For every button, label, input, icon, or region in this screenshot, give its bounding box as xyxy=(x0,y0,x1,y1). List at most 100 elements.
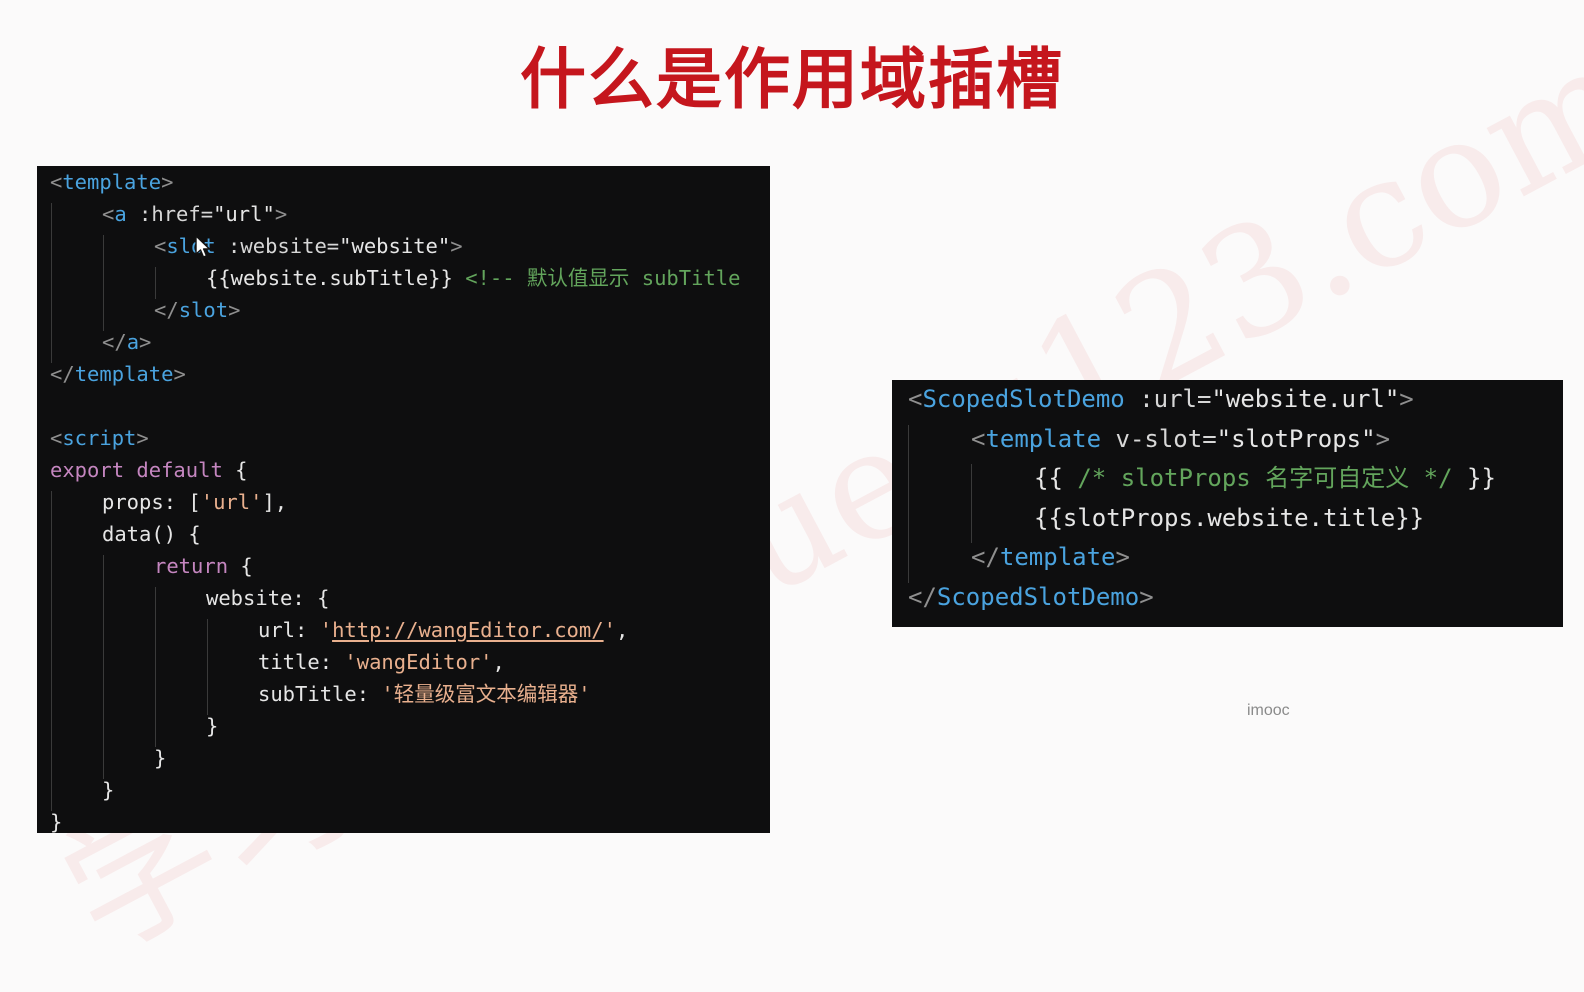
code-token: title: xyxy=(258,650,345,674)
code-token: {{ xyxy=(1034,464,1078,492)
imooc-label: imooc xyxy=(1247,702,1290,719)
code-line: </template> xyxy=(971,538,1130,577)
code-line: <a :href="url"> xyxy=(102,198,287,230)
code-line: export default { xyxy=(50,454,247,486)
code-token: > xyxy=(228,298,241,322)
code-token: ' xyxy=(319,618,333,642)
code-token: > xyxy=(450,234,463,258)
indent-guide xyxy=(51,491,52,811)
code-line: </slot> xyxy=(154,294,240,326)
indent-guide xyxy=(971,464,972,543)
code-line: </ScopedSlotDemo> xyxy=(908,578,1154,617)
code-line: <script> xyxy=(50,422,149,454)
code-token: } xyxy=(102,778,115,802)
code-token: {{slotProps.website.title}} xyxy=(1034,503,1425,532)
indent-guide xyxy=(207,619,208,715)
code-panel-component: <template> <a :href="url"> <slot :website=… xyxy=(37,166,770,833)
code-line: return { xyxy=(154,550,253,582)
code-token: :website= xyxy=(215,234,340,258)
code-line: </a> xyxy=(102,326,151,358)
code-line: title: 'wangEditor', xyxy=(258,646,505,678)
indent-guide xyxy=(155,587,156,747)
code-token: { xyxy=(222,458,248,482)
code-token: website: { xyxy=(206,586,330,610)
code-token: } xyxy=(154,746,167,770)
code-panel-usage: <ScopedSlotDemo :url="website.url"> <temp… xyxy=(892,380,1563,627)
code-line: {{website.subTitle}} <!-- 默认值显示 subTitle xyxy=(206,262,740,294)
code-token: data() { xyxy=(102,522,201,546)
mouse-pointer-icon xyxy=(195,235,211,258)
code-token: < xyxy=(908,385,923,413)
code-token: export default xyxy=(50,458,223,482)
code-token: template xyxy=(62,170,162,194)
code-line: } xyxy=(102,774,114,806)
code-token: </ xyxy=(102,330,127,354)
code-line: {{ /* slotProps 名字可自定义 */ }} xyxy=(1034,459,1496,498)
code-token: props: [ xyxy=(102,490,201,514)
code-token: 'url' xyxy=(200,490,263,514)
code-token: , xyxy=(615,618,629,642)
code-line: {{slotProps.website.title}} xyxy=(1034,499,1424,538)
code-line: </template> xyxy=(50,358,186,390)
code-token: template xyxy=(985,424,1102,453)
code-token: /* slotProps 名字可自定义 */ xyxy=(1077,464,1453,492)
code-token: > xyxy=(274,202,288,226)
code-token: < xyxy=(50,170,63,194)
code-token: v-slot= xyxy=(1101,424,1217,453)
indent-guide xyxy=(51,203,52,363)
code-line: } xyxy=(154,742,166,774)
code-token: :url= xyxy=(1124,385,1212,413)
code-token: template xyxy=(999,543,1116,571)
code-token: :href= xyxy=(126,202,214,226)
code-line: data() { xyxy=(102,518,201,550)
code-token: 'wangEditor' xyxy=(344,650,493,674)
code-line: website: { xyxy=(206,582,329,614)
code-token: > xyxy=(139,330,152,354)
code-token: return xyxy=(154,554,229,578)
code-token: > xyxy=(1115,543,1130,571)
code-token: } xyxy=(50,810,63,833)
code-token: { xyxy=(228,554,253,578)
code-token: ], xyxy=(262,490,288,514)
code-token: ScopedSlotDemo xyxy=(936,582,1140,611)
code-token: </ xyxy=(908,582,937,611)
code-token: "website" xyxy=(339,234,451,258)
code-line: } xyxy=(206,710,218,742)
code-token: < xyxy=(971,424,986,453)
indent-guide xyxy=(103,555,104,779)
indent-guide xyxy=(103,235,104,331)
code-line: props: ['url'], xyxy=(102,486,287,518)
slide-title: 什么是作用域插槽 xyxy=(520,41,1064,118)
code-token: <!-- 默认值显示 subTitle xyxy=(465,266,741,290)
code-token: }} xyxy=(1452,464,1496,492)
code-token: > xyxy=(173,362,186,386)
code-token: </ xyxy=(154,298,179,322)
code-line: <ScopedSlotDemo :url="website.url"> xyxy=(908,380,1414,419)
code-token: ScopedSlotDemo xyxy=(922,385,1125,413)
code-token: url: xyxy=(258,618,320,642)
indent-guide xyxy=(908,424,909,583)
code-line: subTitle: '轻量级富文本编辑器' xyxy=(258,678,591,710)
code-line: url: 'http://wangEditor.com/', xyxy=(258,614,628,646)
code-token: a xyxy=(114,202,127,226)
code-token: '轻量级富文本编辑器' xyxy=(381,682,591,706)
code-token: subTitle: xyxy=(258,682,382,706)
code-line: <template> xyxy=(50,166,173,198)
code-token: < xyxy=(50,426,63,450)
code-token: ' xyxy=(603,618,616,642)
code-token: < xyxy=(154,234,167,258)
code-token: {{website.subTitle}} xyxy=(206,266,466,290)
code-token[interactable]: http://wangEditor.com/ xyxy=(332,618,604,642)
code-token: script xyxy=(62,426,137,450)
code-token: </ xyxy=(50,362,75,386)
code-line: } xyxy=(50,806,62,833)
code-token: } xyxy=(206,714,219,738)
code-token: a xyxy=(126,330,140,354)
code-token: "website.url" xyxy=(1211,385,1400,413)
code-token: < xyxy=(102,202,115,226)
code-token: > xyxy=(161,170,174,194)
code-token: > xyxy=(136,426,149,450)
code-token: "url" xyxy=(213,202,275,226)
code-token: slot xyxy=(178,298,229,322)
code-line: <template v-slot="slotProps"> xyxy=(971,420,1390,459)
